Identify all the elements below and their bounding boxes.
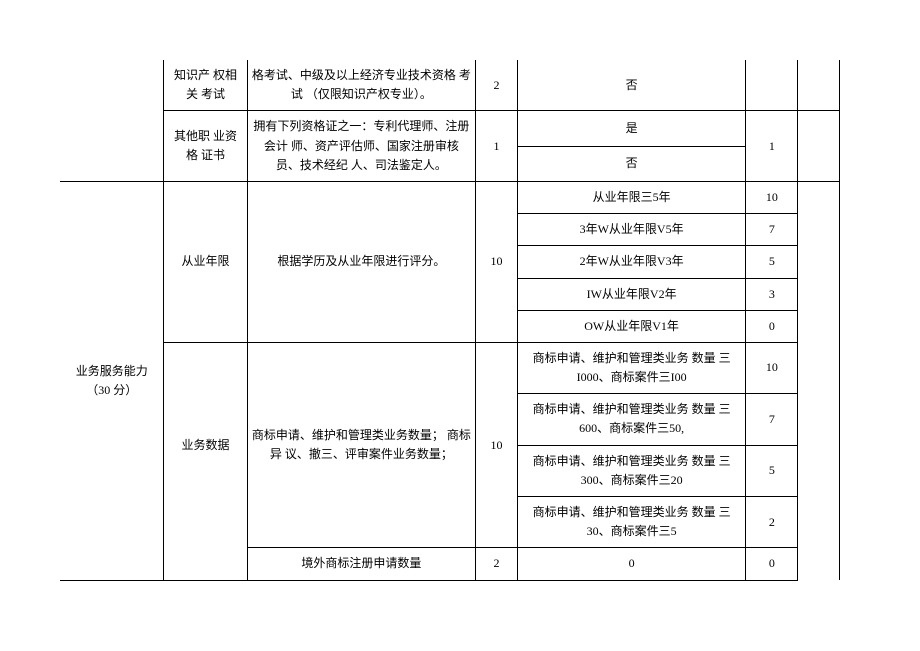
table-row: 业务数据 商标申请、维护和管理类业务数量； 商标异 议、撤三、评审案件业务数量；… [60, 342, 840, 393]
cell-score2: 10 [746, 181, 798, 213]
table-row: 知识产 权相 关 考试 格考试、中级及以上经济专业技术资格 考试 （仅限知识产权… [60, 60, 840, 111]
cell-detail: 商标申请、维护和管理类业务 数量 三600、商标案件三50, [517, 394, 746, 445]
cell-score2: 7 [746, 394, 798, 445]
cell-sub-cert: 其他职 业资 格 证书 [164, 111, 247, 182]
cell-sub-years: 从业年限 [164, 181, 247, 342]
cell-score2: 5 [746, 445, 798, 496]
cell-detail: 商标申请、维护和管理类业务 数量 三30、商标案件三5 [517, 497, 746, 548]
cell-detail: 商标申请、维护和管理类业务 数量 三I000、商标案件三I00 [517, 342, 746, 393]
cell-sub-bizdata: 业务数据 [164, 342, 247, 548]
cell-score2: 0 [746, 310, 798, 342]
cell-score2: 3 [746, 278, 798, 310]
cell-desc: 格考试、中级及以上经济专业技术资格 考试 （仅限知识产权专业）。 [247, 60, 476, 111]
cell-detail: 否 [517, 60, 746, 111]
cell-score2: 2 [746, 497, 798, 548]
cell-score: 2 [476, 548, 518, 580]
cell-detail: 2年W从业年限V3年 [517, 246, 746, 278]
cell-score2: 10 [746, 342, 798, 393]
cell-score2: 5 [746, 246, 798, 278]
cell-detail: 商标申请、维护和管理类业务 数量 三300、商标案件三20 [517, 445, 746, 496]
cell-score2: 0 [746, 548, 798, 580]
cell-detail: 从业年限三5年 [517, 181, 746, 213]
scoring-table: 知识产 权相 关 考试 格考试、中级及以上经济专业技术资格 考试 （仅限知识产权… [60, 60, 840, 581]
table-row: 其他职 业资 格 证书 拥有下列资格证之一：专利代理师、注册 会计 师、资产评估… [60, 111, 840, 146]
cell-detail: 否 [517, 146, 746, 181]
cell-score: 10 [476, 342, 518, 548]
cell-desc: 商标申请、维护和管理类业务数量； 商标异 议、撤三、评审案件业务数量； [247, 342, 476, 548]
cell-score: 10 [476, 181, 518, 342]
cell-detail: IW从业年限V2年 [517, 278, 746, 310]
cell-category: 业务服务能力 （30 分） [60, 181, 164, 580]
cell-score2: 7 [746, 214, 798, 246]
cell-sub-exam: 知识产 权相 关 考试 [164, 60, 247, 111]
cell-score: 2 [476, 60, 518, 111]
cell-detail: 3年W从业年限V5年 [517, 214, 746, 246]
table-row: 业务服务能力 （30 分） 从业年限 根据学历及从业年限进行评分。 10 从业年… [60, 181, 840, 213]
cell-score2: 1 [746, 111, 798, 182]
cell-desc: 境外商标注册申请数量 [247, 548, 476, 580]
table-row: 境外商标注册申请数量 2 0 0 [60, 548, 840, 580]
cell-detail: 0 [517, 548, 746, 580]
cell-detail: 是 [517, 111, 746, 146]
cell-desc: 根据学历及从业年限进行评分。 [247, 181, 476, 342]
cell-score: 1 [476, 111, 518, 182]
cell-detail: OW从业年限V1年 [517, 310, 746, 342]
cell-desc: 拥有下列资格证之一：专利代理师、注册 会计 师、资产评估师、国家注册审核 员、技… [247, 111, 476, 182]
